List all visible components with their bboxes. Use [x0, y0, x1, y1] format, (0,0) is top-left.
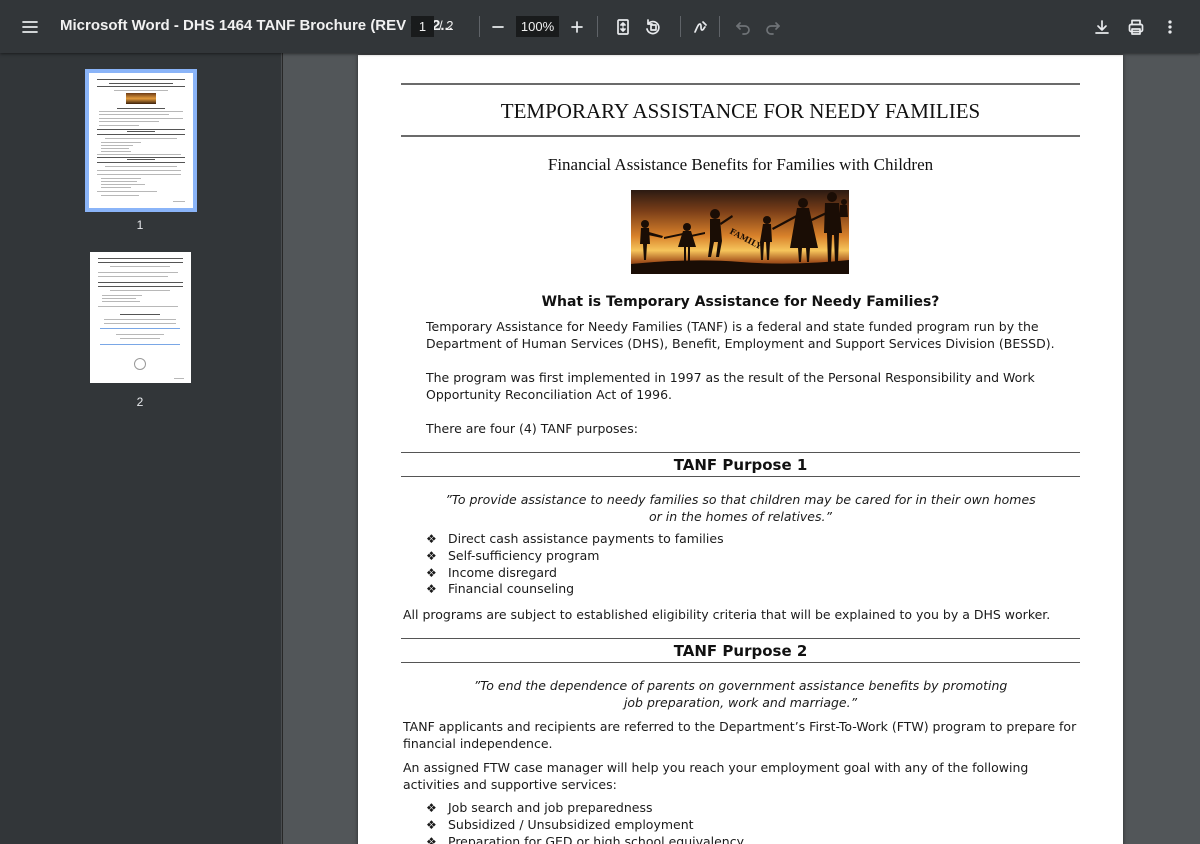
rotate-icon[interactable] — [637, 11, 669, 43]
list-item: ❖ Financial counseling — [426, 581, 575, 597]
toolbar-divider — [680, 16, 681, 37]
fit-page-icon[interactable] — [607, 11, 639, 43]
download-icon[interactable] — [1086, 11, 1118, 43]
page-total: / 2 — [439, 18, 454, 33]
diamond-bullet-icon: ❖ — [426, 801, 437, 815]
menu-icon[interactable] — [14, 11, 46, 43]
family-silhouette-photo: FAMILY — [631, 190, 849, 274]
diamond-bullet-icon: ❖ — [426, 834, 437, 844]
purpose2-bullet-list: ❖ Job search and job preparedness ❖ Subsid… — [426, 800, 744, 844]
diamond-bullet-icon: ❖ — [426, 565, 437, 580]
title-rule-top — [401, 83, 1080, 85]
list-item: ❖ Subsidized / Unsubsidized employment — [426, 816, 694, 832]
purpose2-quote-line2: job preparation, work and marriage.” — [623, 695, 858, 710]
thumbnail-label-2: 2 — [136, 395, 144, 409]
purpose2-heading: TANF Purpose 2 — [673, 642, 808, 660]
what-is-heading: What is Temporary Assistance for Needy F… — [541, 294, 940, 310]
list-item: ❖ Self-sufficiency program — [426, 547, 600, 563]
toolbar-divider — [719, 16, 720, 37]
purpose1-quote-line2: or in the homes of relatives.” — [649, 509, 832, 524]
list-item: ❖ Preparation for GED or high school equi… — [426, 834, 744, 844]
purpose1-bullet-list: ❖ Direct cash assistance payments to fami… — [426, 531, 724, 598]
toolbar-divider — [597, 16, 598, 37]
purpose2-rule-bottom — [401, 662, 1080, 663]
document-viewer[interactable]: TEMPORARY ASSISTANCE FOR NEEDY FAMILIES … — [283, 53, 1200, 844]
purpose1-note: All programs are subject to established … — [403, 607, 1051, 622]
purpose2-quote-line1: ”To end the dependence of parents on gov… — [473, 678, 1008, 693]
document-title: Microsoft Word - DHS 1464 TANF Brochure … — [60, 17, 453, 34]
photo-caption: FAMILY — [728, 226, 764, 251]
thumbnail-sidebar: 1 2 — [0, 53, 282, 844]
purpose1-heading: TANF Purpose 1 — [673, 456, 808, 474]
title-rule-bottom — [401, 135, 1080, 137]
intro-paragraph-1: Temporary Assistance for Needy Families … — [426, 319, 1055, 351]
toolbar-divider — [479, 16, 480, 37]
zoom-input[interactable]: 100% — [516, 16, 559, 37]
document-subtitle: Financial Assistance Benefits for Famili… — [547, 155, 934, 174]
list-item: ❖ Job search and job preparedness — [426, 800, 653, 815]
thumbnail-label-1: 1 — [136, 218, 144, 232]
diamond-bullet-icon: ❖ — [426, 548, 437, 563]
print-icon[interactable] — [1120, 11, 1152, 43]
intro-paragraph-3: There are four (4) TANF purposes: — [426, 421, 638, 436]
purpose1-rule-bottom — [401, 476, 1080, 477]
diamond-bullet-icon: ❖ — [426, 532, 437, 546]
undo-icon[interactable] — [727, 11, 759, 43]
page-thumbnail-2[interactable] — [90, 252, 191, 383]
pdf-page-1: TEMPORARY ASSISTANCE FOR NEEDY FAMILIES … — [358, 55, 1123, 844]
page-thumbnail-1[interactable] — [85, 69, 197, 212]
purpose2-rule-top — [401, 638, 1080, 639]
list-item: ❖ Income disregard — [426, 564, 557, 580]
purpose2-paragraph-2: An assigned FTW case manager will help y… — [403, 760, 1029, 792]
zoom-out-button[interactable] — [482, 11, 514, 43]
annotate-pen-icon[interactable] — [685, 11, 717, 43]
purpose1-quote-line1: ”To provide assistance to needy families… — [445, 492, 1036, 507]
purpose2-paragraph-1: TANF applicants and recipients are refer… — [403, 719, 1077, 751]
pdf-toolbar: Microsoft Word - DHS 1464 TANF Brochure … — [0, 0, 1200, 53]
diamond-bullet-icon: ❖ — [426, 817, 437, 832]
page-number-input[interactable]: 1 — [411, 16, 434, 37]
redo-icon[interactable] — [757, 11, 789, 43]
diamond-bullet-icon: ❖ — [426, 582, 437, 597]
document-heading: TEMPORARY ASSISTANCE FOR NEEDY FAMILIES — [500, 99, 981, 123]
purpose1-rule-top — [401, 452, 1080, 453]
more-options-icon[interactable] — [1154, 11, 1186, 43]
zoom-in-button[interactable] — [561, 11, 593, 43]
list-item: ❖ Direct cash assistance payments to fami… — [426, 531, 724, 546]
intro-paragraph-2: The program was first implemented in 199… — [426, 370, 1035, 402]
